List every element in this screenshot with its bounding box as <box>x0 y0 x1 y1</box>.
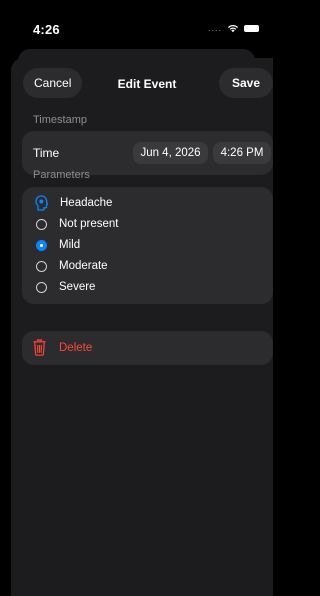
head-icon <box>35 195 48 211</box>
radio-moderate[interactable] <box>36 260 47 272</box>
wifi-icon <box>228 25 238 33</box>
delete-label: Delete <box>59 342 93 354</box>
date-picker-button[interactable]: Jun 4, 2026 <box>133 142 208 164</box>
time-picker-button[interactable]: 4:26 PM <box>213 142 271 164</box>
radio-severe[interactable] <box>36 281 47 293</box>
radio-not-present[interactable] <box>36 218 47 230</box>
parameters-group: Headache Not present Mild Moderate Sever… <box>22 187 273 304</box>
option-label: Severe <box>59 281 96 293</box>
trash-icon <box>33 339 46 356</box>
option-severe[interactable]: Severe <box>36 278 95 296</box>
save-button[interactable]: Save <box>219 68 273 98</box>
time-label: Time <box>33 146 60 160</box>
option-label: Mild <box>59 239 81 251</box>
timestamp-header: Timestamp <box>33 114 87 126</box>
status-icons: .... <box>208 23 259 33</box>
option-label: Not present <box>59 218 119 230</box>
option-moderate[interactable]: Moderate <box>36 257 108 275</box>
battery-icon <box>244 24 259 32</box>
edit-event-sheet: Cancel Edit Event Save Timestamp Time Ju… <box>11 58 273 596</box>
symptom-label: Headache <box>60 197 113 209</box>
status-time: 4:26 <box>33 22 60 37</box>
parameters-header: Parameters <box>33 169 90 181</box>
signal-dots: .... <box>207 23 222 33</box>
screen: 4:26 .... Cancel Edit Event Save Timesta… <box>0 0 273 596</box>
symptom-row: Headache <box>35 194 113 212</box>
option-mild[interactable]: Mild <box>36 236 80 254</box>
status-bar: 4:26 .... <box>0 0 273 46</box>
radio-mild[interactable] <box>36 239 47 251</box>
delete-button[interactable]: Delete <box>22 331 273 365</box>
option-label: Moderate <box>59 260 108 272</box>
option-not-present[interactable]: Not present <box>36 215 118 233</box>
nav-bar: Cancel Edit Event Save <box>11 58 273 108</box>
